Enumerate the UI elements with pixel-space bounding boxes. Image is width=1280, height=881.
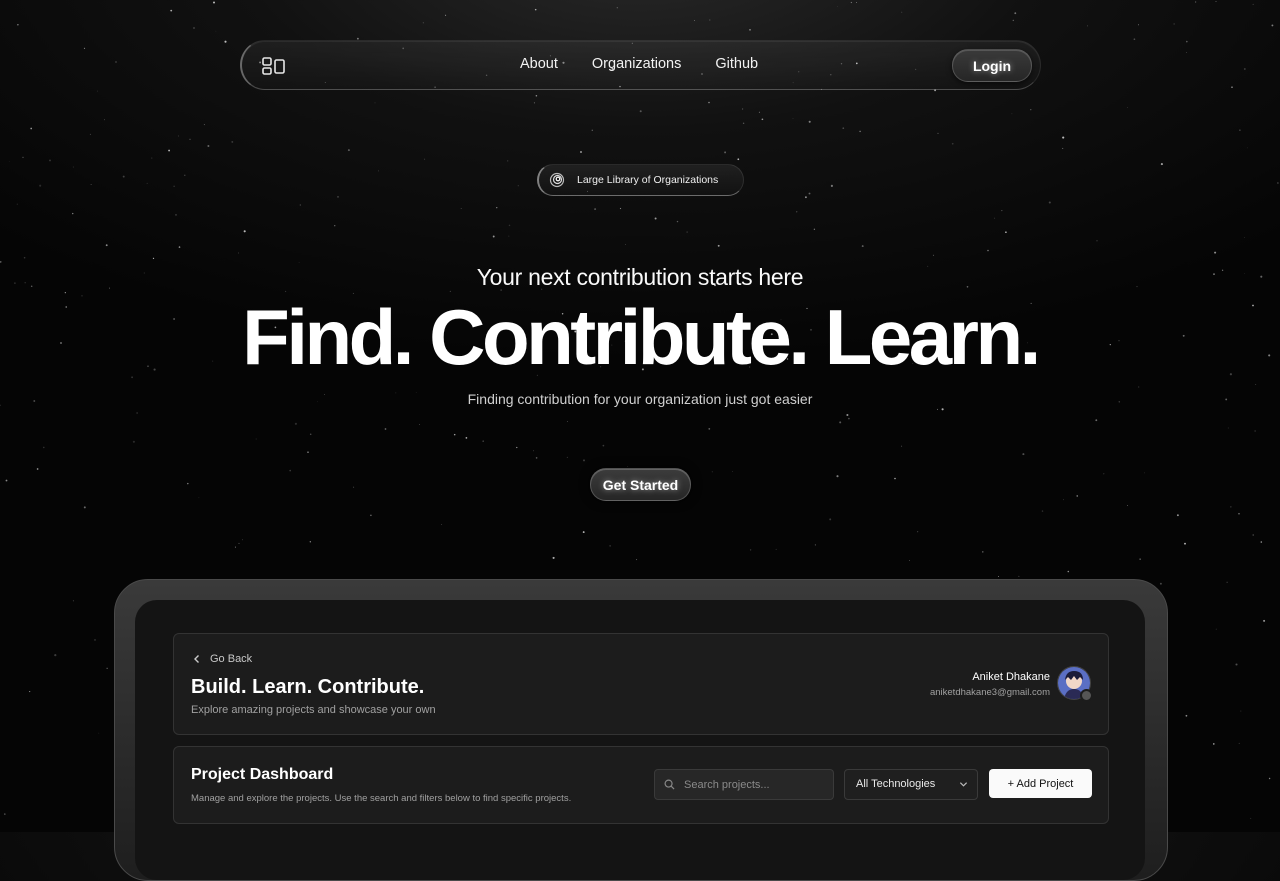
device-mockup-frame: Go Back Build. Learn. Contribute. Explor…: [114, 579, 1168, 881]
search-icon: [664, 779, 675, 790]
search-box: [654, 769, 834, 800]
nav-link-about[interactable]: About: [520, 56, 558, 72]
chevron-down-icon: [959, 782, 968, 787]
hero-subtitle: Your next contribution starts here: [476, 264, 804, 290]
user-name: Aniket Dhakane: [972, 671, 1050, 683]
nav-links: About Organizations Github: [520, 56, 758, 72]
search-input[interactable]: [682, 770, 831, 799]
dashboard-subtitle: Explore amazing projects and showcase yo…: [191, 704, 436, 716]
layout-grid-icon[interactable]: [262, 57, 286, 75]
add-project-button[interactable]: + Add Project: [989, 769, 1092, 798]
dashboard-header-card: Go Back Build. Learn. Contribute. Explor…: [173, 633, 1109, 735]
badge-label: Large Library of Organizations: [577, 174, 719, 186]
get-started-button[interactable]: Get Started: [590, 468, 691, 501]
technology-filter-value: All Technologies: [856, 778, 936, 790]
project-dashboard-card: Project Dashboard Manage and explore the…: [173, 746, 1109, 824]
top-navbar: About Organizations Github Login: [240, 40, 1041, 90]
project-dashboard-title: Project Dashboard: [191, 766, 334, 783]
dashboard-preview: Go Back Build. Learn. Contribute. Explor…: [135, 600, 1145, 880]
dashboard-title: Build. Learn. Contribute.: [191, 676, 425, 698]
hero-description: Finding contribution for your organizati…: [467, 391, 813, 407]
nav-link-organizations[interactable]: Organizations: [592, 56, 681, 72]
spiral-icon: [549, 172, 565, 188]
user-email: aniketdhakane3@gmail.com: [929, 687, 1050, 698]
hero-title: Find. Contribute. Learn.: [242, 293, 1041, 381]
go-back-link[interactable]: Go Back: [192, 653, 252, 665]
avatar-status-dot: [1080, 689, 1093, 702]
nav-link-github[interactable]: Github: [715, 56, 758, 72]
project-dashboard-description: Manage and explore the projects. Use the…: [191, 793, 572, 804]
go-back-label: Go Back: [210, 653, 253, 665]
login-button[interactable]: Login: [952, 49, 1032, 82]
chevron-left-icon: [194, 655, 199, 663]
feature-badge[interactable]: Large Library of Organizations: [537, 164, 744, 196]
technology-filter-select[interactable]: All Technologies: [844, 769, 978, 800]
